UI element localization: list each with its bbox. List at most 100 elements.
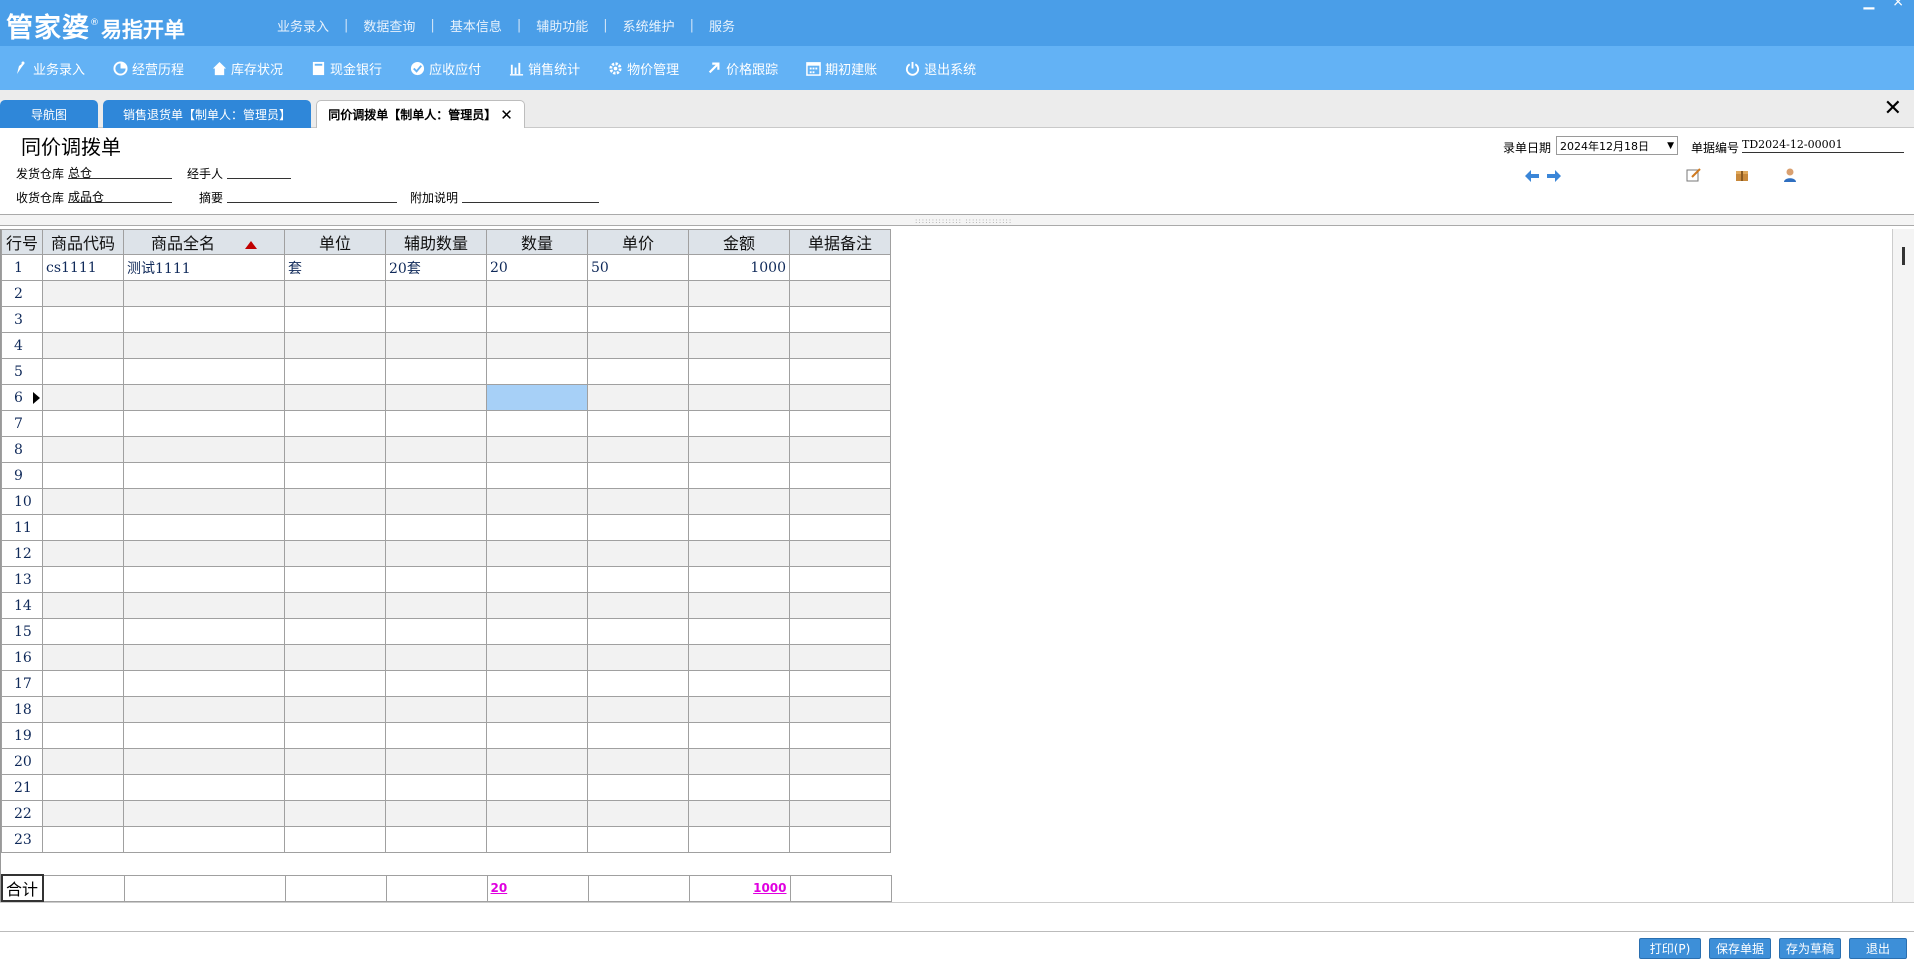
cell-name[interactable] — [123, 722, 285, 749]
cell-code[interactable] — [42, 280, 124, 307]
cell-unit[interactable] — [284, 800, 386, 827]
tab-navigation[interactable]: 导航图 — [0, 100, 98, 128]
cell-aux-qty[interactable] — [385, 592, 487, 619]
table-row[interactable]: 6 — [1, 384, 891, 411]
cell-remark[interactable] — [789, 514, 891, 541]
cell-price[interactable] — [587, 774, 689, 801]
cell-unit[interactable] — [284, 358, 386, 385]
cell-code[interactable] — [42, 670, 124, 697]
cell-code[interactable] — [42, 488, 124, 515]
cell-aux-qty[interactable] — [385, 644, 487, 671]
top-menu-item-system[interactable]: 系统维护 — [608, 16, 690, 35]
cell-name[interactable]: 测试1111 — [123, 254, 285, 281]
cell-aux-qty[interactable] — [385, 774, 487, 801]
summary-field[interactable] — [227, 188, 397, 203]
cell-price[interactable] — [587, 670, 689, 697]
column-header-qty[interactable]: 数量 — [486, 229, 588, 255]
cell-qty[interactable] — [486, 592, 588, 619]
cell-name[interactable] — [123, 644, 285, 671]
table-row[interactable]: 12 — [1, 540, 891, 567]
column-header-code[interactable]: 商品代码 — [42, 229, 124, 255]
cell-remark[interactable] — [789, 254, 891, 281]
next-arrow-icon[interactable] — [1546, 167, 1561, 186]
print-button[interactable]: 打印(P) — [1639, 938, 1701, 959]
table-row[interactable]: 23 — [1, 826, 891, 853]
cell-remark[interactable] — [789, 800, 891, 827]
cell-remark[interactable] — [789, 384, 891, 411]
cell-aux-qty[interactable] — [385, 462, 487, 489]
cell-qty[interactable] — [486, 644, 588, 671]
cell-remark[interactable] — [789, 358, 891, 385]
cell-remark[interactable] — [789, 592, 891, 619]
splitter[interactable]: :::::::::::::: :::::::::::::: — [0, 214, 1914, 226]
cell-remark[interactable] — [789, 436, 891, 463]
cell-price[interactable] — [587, 514, 689, 541]
cell-amount[interactable] — [688, 722, 790, 749]
cell-unit[interactable] — [284, 826, 386, 853]
cell-aux-qty[interactable] — [385, 410, 487, 437]
cell-qty[interactable] — [486, 488, 588, 515]
table-row[interactable]: 3 — [1, 306, 891, 333]
cell-qty[interactable] — [486, 514, 588, 541]
toolbar-opening-balance[interactable]: 期初建账 — [792, 46, 891, 90]
table-row[interactable]: 11 — [1, 514, 891, 541]
cell-price[interactable] — [587, 410, 689, 437]
column-header-name[interactable]: 商品全名 — [123, 229, 285, 255]
cell-code[interactable] — [42, 436, 124, 463]
save-button[interactable]: 保存单据 — [1709, 938, 1771, 959]
cell-price[interactable] — [587, 358, 689, 385]
cell-amount[interactable] — [688, 436, 790, 463]
cell-amount[interactable] — [688, 280, 790, 307]
cell-name[interactable] — [123, 748, 285, 775]
cell-code[interactable] — [42, 618, 124, 645]
cell-unit[interactable] — [284, 332, 386, 359]
cell-unit[interactable] — [284, 306, 386, 333]
table-row[interactable]: 4 — [1, 332, 891, 359]
cell-aux-qty[interactable] — [385, 384, 487, 411]
toolbar-receivable-payable[interactable]: 应收应付 — [396, 46, 495, 90]
cell-name[interactable] — [123, 800, 285, 827]
cell-aux-qty[interactable] — [385, 670, 487, 697]
toolbar-business-entry[interactable]: 业务录入 — [0, 46, 99, 90]
cell-amount[interactable] — [688, 358, 790, 385]
table-row[interactable]: 10 — [1, 488, 891, 515]
cell-aux-qty[interactable] — [385, 826, 487, 853]
cell-price[interactable] — [587, 280, 689, 307]
exit-button[interactable]: 退出 — [1849, 938, 1907, 959]
top-menu-item-data-query[interactable]: 数据查询 — [348, 16, 430, 35]
cell-name[interactable] — [123, 358, 285, 385]
toolbar-exit-system[interactable]: 退出系统 — [891, 46, 990, 90]
cell-amount[interactable] — [688, 514, 790, 541]
cell-unit[interactable] — [284, 566, 386, 593]
cell-qty[interactable] — [486, 306, 588, 333]
close-window-icon[interactable]: × — [1892, 0, 1904, 10]
cell-name[interactable] — [123, 462, 285, 489]
cell-name[interactable] — [123, 826, 285, 853]
cell-amount[interactable] — [688, 670, 790, 697]
cell-unit[interactable] — [284, 436, 386, 463]
cell-price[interactable] — [587, 488, 689, 515]
cell-name[interactable] — [123, 618, 285, 645]
cell-remark[interactable] — [789, 566, 891, 593]
top-menu-item-service[interactable]: 服务 — [694, 16, 750, 35]
note-field[interactable] — [462, 188, 599, 203]
cell-code[interactable] — [42, 566, 124, 593]
cell-qty[interactable] — [486, 618, 588, 645]
table-row[interactable]: 13 — [1, 566, 891, 593]
toolbar-price-management[interactable]: 物价管理 — [594, 46, 693, 90]
cell-amount[interactable] — [688, 410, 790, 437]
cell-name[interactable] — [123, 670, 285, 697]
cell-name[interactable] — [123, 514, 285, 541]
cell-price[interactable] — [587, 436, 689, 463]
minimize-icon[interactable]: ▁ — [1863, 0, 1874, 10]
cell-remark[interactable] — [789, 306, 891, 333]
cell-unit[interactable] — [284, 488, 386, 515]
cell-code[interactable] — [42, 306, 124, 333]
cell-qty[interactable] — [486, 696, 588, 723]
top-menu-item-business-entry[interactable]: 业务录入 — [262, 16, 344, 35]
cell-code[interactable] — [42, 540, 124, 567]
cell-aux-qty[interactable] — [385, 566, 487, 593]
column-header-aux-qty[interactable]: 辅助数量 — [385, 229, 487, 255]
cell-code[interactable] — [42, 696, 124, 723]
in-warehouse-field[interactable]: 成品仓 — [68, 188, 172, 204]
